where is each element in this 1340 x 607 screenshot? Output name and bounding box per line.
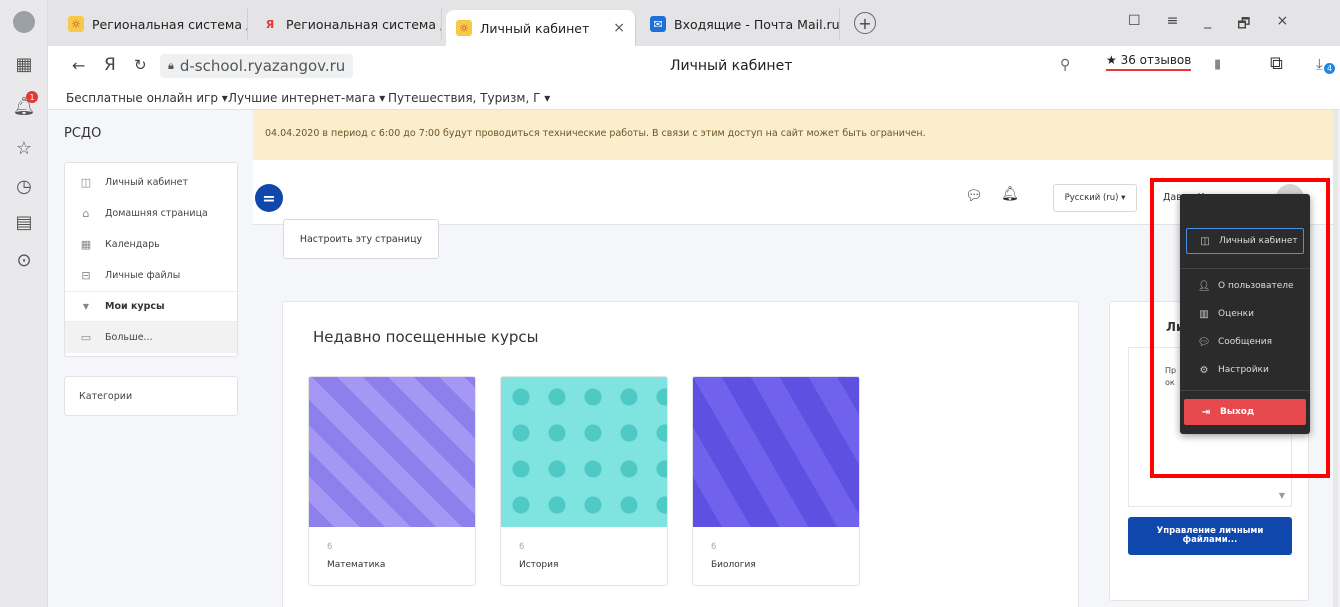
nav-item-calendar[interactable]: ▦ Календарь <box>65 229 237 260</box>
nav-item-categories[interactable]: Категории <box>64 376 238 416</box>
media-play-icon[interactable]: ⊙ <box>8 244 40 276</box>
calendar-icon: ▦ <box>80 238 92 251</box>
tab-regional-1[interactable]: ☼ Региональная система дис <box>58 8 248 40</box>
menu-item-dashboard[interactable]: ◫ Личный кабинет <box>1186 228 1304 254</box>
language-select[interactable]: Русский (ru) ▾ <box>1053 184 1137 212</box>
course-card[interactable]: 6 Математика <box>308 376 476 586</box>
nav-item-home[interactable]: ⌂ Домашняя страница <box>65 198 237 229</box>
course-pattern-image <box>309 377 475 527</box>
folder-icon: ▭ <box>80 331 92 344</box>
bookmark-shops[interactable]: Лучшие интернет-мага ▾ <box>228 91 385 105</box>
lock-icon: 🔒︎ <box>168 59 174 72</box>
menu-divider <box>1180 268 1310 269</box>
bookmark-games[interactable]: Бесплатные онлайн игр ▾ <box>66 91 228 105</box>
grades-icon: ▥ <box>1199 308 1209 320</box>
page-content: Настроить эту страницу Недавно посещенны… <box>253 219 1338 607</box>
home-icon: ⌂ <box>82 207 90 220</box>
translate-icon[interactable]: ⧉ <box>1270 53 1283 74</box>
nav-item-dashboard[interactable]: ◫ Личный кабинет <box>65 167 237 198</box>
browser-tab-strip: ☼ Региональная система дис Я Региональна… <box>48 0 1340 46</box>
manage-files-button[interactable]: Управление личными файлами... <box>1128 517 1292 555</box>
course-pattern-image <box>501 377 667 527</box>
menu-item-settings[interactable]: ⚙ Настройки <box>1198 360 1269 380</box>
tab-manager-icon[interactable]: ☐ <box>1128 13 1141 37</box>
page-scrollbar[interactable] <box>1333 110 1338 607</box>
bookmarks-bar: Бесплатные онлайн игр ▾ Лучшие интернет-… <box>48 88 1340 110</box>
url-field[interactable]: 🔒︎ d-school.ryazangov.ru <box>160 54 354 78</box>
reload-icon[interactable]: ↻ <box>134 56 147 74</box>
bookmark-icon[interactable]: ▮ <box>1214 57 1221 72</box>
downloads-badge: 4 <box>1324 63 1335 74</box>
menu-item-profile[interactable]: 👤︎ О пользователе <box>1198 276 1294 296</box>
folder-icon: ⊟ <box>81 269 91 282</box>
web-page: РСДО 04.04.2020 в период с 6:00 до 7:00 … <box>48 110 1338 607</box>
maintenance-notice: 04.04.2020 в период с 6:00 до 7:00 будут… <box>253 110 1338 160</box>
notifications-icon[interactable]: 🔔︎ 1 <box>8 90 40 122</box>
site-brand[interactable]: РСДО <box>64 126 101 141</box>
yandex-logo-icon[interactable]: Я <box>104 55 116 75</box>
address-bar: ← Я ↻ 🔒︎ d-school.ryazangov.ru Личный ка… <box>48 46 1340 88</box>
logout-icon: ⇥ <box>1201 406 1211 418</box>
history-clock-icon[interactable]: ◷ <box>8 170 40 202</box>
notifications-badge: 1 <box>26 91 38 103</box>
minimize-icon[interactable]: _ <box>1204 13 1211 37</box>
menu-item-grades[interactable]: ▥ Оценки <box>1198 304 1254 324</box>
restore-icon[interactable]: 🗗 <box>1237 13 1250 37</box>
back-icon[interactable]: ← <box>72 56 85 75</box>
logout-button[interactable]: ⇥ Выход <box>1184 399 1306 425</box>
user-dropdown-menu: ◫ Личный кабинет 👤︎ О пользователе ▥ Оценки… <box>1180 194 1310 434</box>
downloads-icon[interactable]: ⤓ 4 <box>1316 55 1335 74</box>
collections-icon[interactable]: ▤ <box>8 206 40 238</box>
new-tab-button[interactable]: + <box>854 12 876 34</box>
site-favicon-icon: ☼ <box>456 20 472 36</box>
user-icon: 👤︎ <box>1197 280 1211 292</box>
apps-grid-icon[interactable]: ▦ <box>8 48 40 80</box>
browser-side-rail: ▦ 🔔︎ 1 ☆ ◷ ▤ ⊙ <box>0 0 48 607</box>
nav-item-my-courses[interactable]: ▼ Мои курсы <box>65 291 237 322</box>
page-header: = 💬︎ 🔔︎ Русский (ru) ▾ Давид Конопелько <box>253 160 1338 225</box>
favorites-star-icon[interactable]: ☆ <box>8 132 40 164</box>
window-controls: ☐ ≡ _ 🗗 × <box>1128 13 1288 37</box>
messages-icon[interactable]: 💬︎ <box>965 188 983 204</box>
tab-personal-cabinet[interactable]: ☼ Личный кабинет × <box>446 10 636 46</box>
page-title: Личный кабинет <box>670 58 793 74</box>
drawer-toggle-button[interactable]: = <box>255 184 283 212</box>
yandex-icon: Я <box>265 17 275 31</box>
chevron-down-icon: ▼ <box>82 302 90 311</box>
messages-icon: 💬︎ <box>1197 336 1211 348</box>
menu-divider <box>1180 390 1310 391</box>
course-card[interactable]: 6 История <box>500 376 668 586</box>
customize-page-button[interactable]: Настроить эту страницу <box>283 219 439 259</box>
dashboard-icon: ◫ <box>80 176 92 189</box>
recent-courses-block: Недавно посещенные курсы 6 Математика 6 … <box>282 301 1079 607</box>
close-window-icon[interactable]: × <box>1276 13 1288 37</box>
menu-icon[interactable]: ≡ <box>1167 13 1179 37</box>
recent-courses-title: Недавно посещенные курсы <box>313 328 539 346</box>
close-tab-icon[interactable]: × <box>613 20 625 36</box>
mail-icon: ✉ <box>650 16 666 32</box>
menu-item-messages[interactable]: 💬︎ Сообщения <box>1198 332 1272 352</box>
site-favicon-icon: ☼ <box>68 16 84 32</box>
course-pattern-image <box>693 377 859 527</box>
profile-icon[interactable] <box>8 6 40 38</box>
search-icon[interactable]: ⚲ <box>1060 57 1070 73</box>
main-region: = 💬︎ 🔔︎ Русский (ru) ▾ Давид Конопелько … <box>253 160 1338 607</box>
course-card[interactable]: 6 Биология <box>692 376 860 586</box>
tab-regional-2[interactable]: Я Региональная система дис <box>252 8 442 40</box>
dashboard-icon: ◫ <box>1200 235 1210 247</box>
bookmark-travel[interactable]: Путешествия, Туризм, Г ▾ <box>388 91 550 105</box>
tab-mail[interactable]: ✉ Входящие - Почта Mail.ru <box>640 8 840 40</box>
nav-item-more[interactable]: ▭ Больше... <box>65 322 237 353</box>
nav-drawer: ◫ Личный кабинет ⌂ Домашняя страница ▦ Кале… <box>64 162 238 357</box>
nav-item-files[interactable]: ⊟ Личные файлы <box>65 260 237 291</box>
scroll-down-icon[interactable]: ▼ <box>1279 491 1285 500</box>
reviews-badge[interactable]: ★ 36 отзывов <box>1106 53 1192 71</box>
settings-icon: ⚙ <box>1199 364 1209 376</box>
bell-icon[interactable]: 🔔︎ <box>1001 186 1019 202</box>
